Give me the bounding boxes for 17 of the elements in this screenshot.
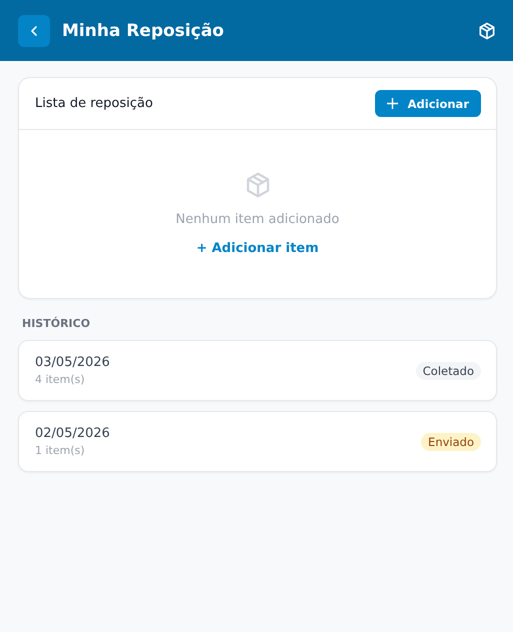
box-icon[interactable] (477, 20, 497, 40)
item-count: 4 item(s) (35, 373, 86, 386)
entry-date: 03/05/2026 (35, 355, 110, 370)
plus-icon (386, 98, 398, 109)
empty-message: Nenhum item adicionado (176, 212, 340, 227)
page-title: Minha Reposição (62, 20, 224, 40)
add-button[interactable]: Adicionar (374, 90, 481, 117)
section-heading: HISTÓRICO (22, 317, 92, 330)
status-badge: Coletado (416, 362, 481, 380)
item-count: 1 item(s) (35, 444, 86, 457)
entry-date: 02/05/2026 (35, 426, 110, 441)
back-button[interactable] (18, 14, 50, 46)
history-entry[interactable]: 03/05/2026 4 item(s) Coletado (18, 340, 497, 401)
card-title: Lista de reposição (35, 96, 153, 111)
add-item-link[interactable]: + Adicionar item (196, 241, 319, 256)
status-badge: Enviado (421, 432, 481, 450)
history-entry[interactable]: 02/05/2026 1 item(s) Enviado (18, 411, 497, 472)
